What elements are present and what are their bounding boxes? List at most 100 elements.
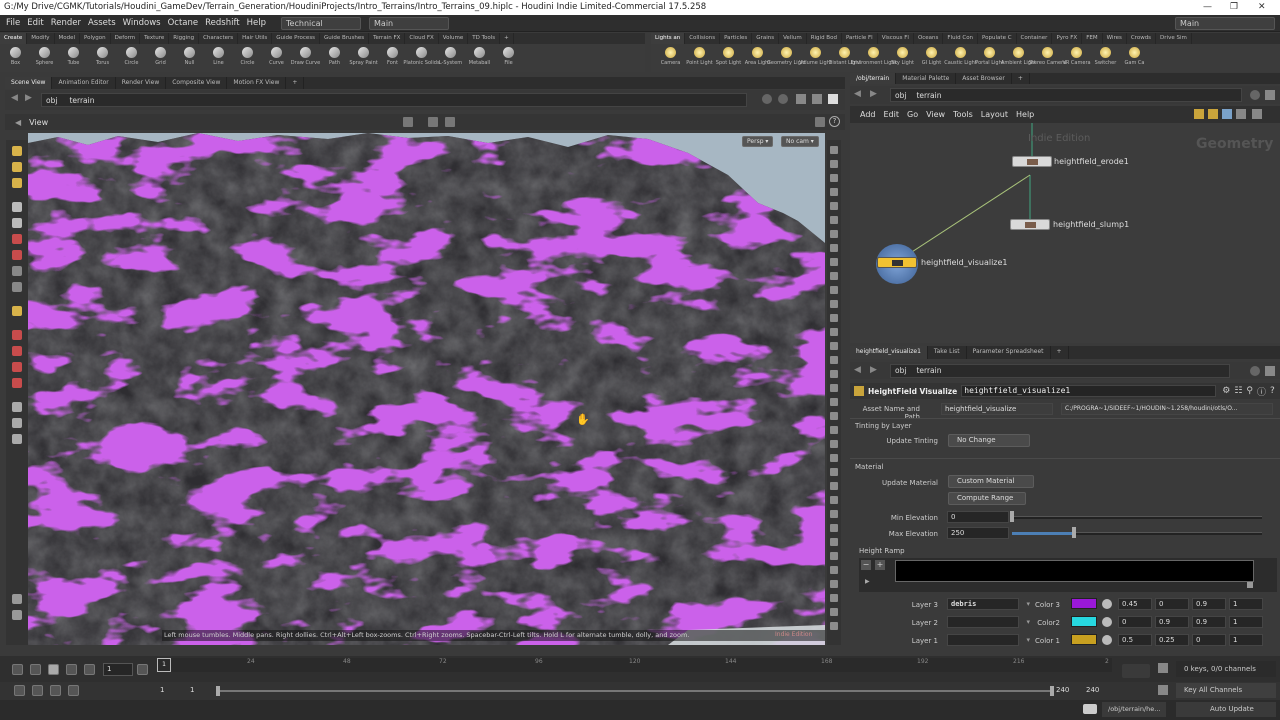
playback-end[interactable]: 240 [1056, 686, 1069, 694]
layout-icon[interactable] [796, 94, 806, 104]
scale-icon[interactable] [12, 250, 22, 260]
add-shelf-tab-icon[interactable]: + [500, 33, 514, 44]
tab-asset-browser[interactable]: Asset Browser [956, 73, 1012, 84]
display-option-icon[interactable] [830, 286, 838, 294]
tree-icon[interactable] [1236, 109, 1246, 119]
color-picker-icon[interactable] [1102, 617, 1112, 627]
display-option-icon[interactable] [830, 216, 838, 224]
layer-dropdown-arrow-icon[interactable]: ▾ [1022, 600, 1030, 608]
path-obj[interactable]: obj [46, 96, 57, 105]
display-option-icon[interactable] [830, 622, 838, 630]
color-a-input[interactable]: 1 [1229, 598, 1263, 610]
shelf-tool-caustic-light[interactable]: Caustic Light [944, 44, 977, 66]
shelf-tab[interactable]: Deform [111, 33, 141, 44]
shelf-tab[interactable]: Lights an [651, 33, 686, 44]
shelf-tab[interactable]: Polygon [80, 33, 111, 44]
rotate-icon[interactable] [12, 178, 22, 188]
shelf-tool-path[interactable]: Path [323, 44, 346, 66]
display-option-icon[interactable] [830, 594, 838, 602]
status-path[interactable]: /obj/terrain/he... [1102, 702, 1166, 717]
pin-icon[interactable] [1250, 90, 1260, 100]
display-option-icon[interactable] [830, 468, 838, 476]
loop-icon[interactable] [50, 685, 61, 696]
shelf-tool-font[interactable]: Font [381, 44, 404, 66]
range-start-handle[interactable] [216, 686, 220, 696]
audio-icon[interactable] [32, 685, 43, 696]
shelf-tab[interactable]: Fluid Con [943, 33, 979, 44]
display-option-icon[interactable] [830, 146, 838, 154]
ramp-gradient[interactable] [895, 560, 1254, 582]
tab-parameters[interactable]: heightfield_visualize1 [850, 346, 928, 359]
shelf-tool-spot-light[interactable]: Spot Light [716, 44, 741, 66]
tab-take-list[interactable]: Take List [928, 346, 967, 359]
network-menu-layout[interactable]: Layout [981, 110, 1008, 119]
color-b-input[interactable]: 0.9 [1192, 598, 1226, 610]
float-pane-icon[interactable] [828, 94, 838, 104]
remove-key-icon[interactable]: − [861, 560, 871, 570]
shelf-tab[interactable]: Crowds [1127, 33, 1157, 44]
shelf-tool-null[interactable]: Null [178, 44, 201, 66]
update-material-dropdown[interactable]: Custom Material [948, 475, 1034, 488]
display-option-icon[interactable] [830, 188, 838, 196]
layer-dropdown-arrow-icon[interactable]: ▾ [1022, 618, 1030, 626]
shelf-tool-camera[interactable]: Camera [659, 44, 682, 66]
back-arrow-icon[interactable]: ◀ [11, 93, 18, 103]
ramp-key-marker[interactable] [1247, 582, 1253, 588]
network-menu-tools[interactable]: Tools [953, 110, 973, 119]
add-tab-icon[interactable]: + [286, 77, 305, 89]
menu-octane[interactable]: Octane [168, 18, 199, 28]
pose-icon[interactable] [12, 282, 22, 292]
display-option-icon[interactable] [830, 342, 838, 350]
display-option-icon[interactable] [830, 230, 838, 238]
key-filter-icon[interactable] [1158, 685, 1168, 695]
range-end-handle[interactable] [1050, 686, 1054, 696]
stop-icon[interactable] [48, 664, 59, 675]
tab-network[interactable]: /obj/terrain [850, 73, 897, 84]
display-option-icon[interactable] [830, 524, 838, 532]
display-option-icon[interactable] [830, 482, 838, 490]
close-icon[interactable]: ✕ [1258, 0, 1266, 15]
grid-icon[interactable] [1194, 109, 1204, 119]
display-option-icon[interactable] [830, 440, 838, 448]
shelf-tab[interactable]: FEM [1082, 33, 1103, 44]
shelf-tool-volume-light[interactable]: Volume Light [799, 44, 832, 66]
shelf-tab[interactable]: Container [1017, 33, 1053, 44]
link-icon[interactable] [778, 94, 788, 104]
auto-update-dropdown[interactable]: Auto Update [1176, 702, 1276, 717]
menu-windows[interactable]: Windows [123, 18, 161, 28]
shelf-tab[interactable]: Particle Fl [842, 33, 878, 44]
color-g-input[interactable]: 0.25 [1155, 634, 1189, 646]
current-frame-marker[interactable]: 1 [157, 658, 171, 672]
add-key-icon[interactable]: + [875, 560, 885, 570]
network-menu-edit[interactable]: Edit [884, 110, 900, 119]
color-r-input[interactable]: 0.5 [1118, 634, 1152, 646]
node-name-input[interactable]: heightfield_visualize1 [961, 385, 1217, 397]
shelf-tab[interactable]: Volume [439, 33, 469, 44]
shelf-tab[interactable]: Rigging [169, 33, 200, 44]
menu-render[interactable]: Render [51, 18, 81, 28]
channels-icon[interactable] [1158, 663, 1168, 673]
color-g-input[interactable]: 0.9 [1155, 616, 1189, 628]
magnet-icon[interactable] [12, 330, 22, 340]
forward-arrow-icon[interactable]: ▶ [870, 89, 877, 99]
color-picker-icon[interactable] [1102, 635, 1112, 645]
realtime-icon[interactable] [14, 685, 25, 696]
minimize-icon[interactable]: — [1203, 0, 1212, 15]
color-a-input[interactable]: 1 [1229, 634, 1263, 646]
shelf-tab[interactable]: Populate C [978, 33, 1017, 44]
display-option-icon[interactable] [830, 608, 838, 616]
forward-arrow-icon[interactable]: ▶ [870, 365, 877, 375]
path-terrain[interactable]: terrain [916, 91, 941, 100]
color-swatch[interactable] [1071, 616, 1097, 627]
camera-icon[interactable] [12, 434, 22, 444]
shelf-tool-line[interactable]: Line [207, 44, 230, 66]
shelf-tab[interactable]: Modify [27, 33, 55, 44]
display-option-icon[interactable] [830, 538, 838, 546]
display-option-icon[interactable] [830, 496, 838, 504]
min-elevation-handle[interactable] [1010, 511, 1014, 522]
snap-icon[interactable] [1208, 109, 1218, 119]
layer-name-input[interactable] [947, 616, 1019, 628]
shelf-tool-sky-light[interactable]: Sky Light [891, 44, 914, 66]
display-option-icon[interactable] [830, 272, 838, 280]
tab-animation-editor[interactable]: Animation Editor [52, 77, 116, 89]
